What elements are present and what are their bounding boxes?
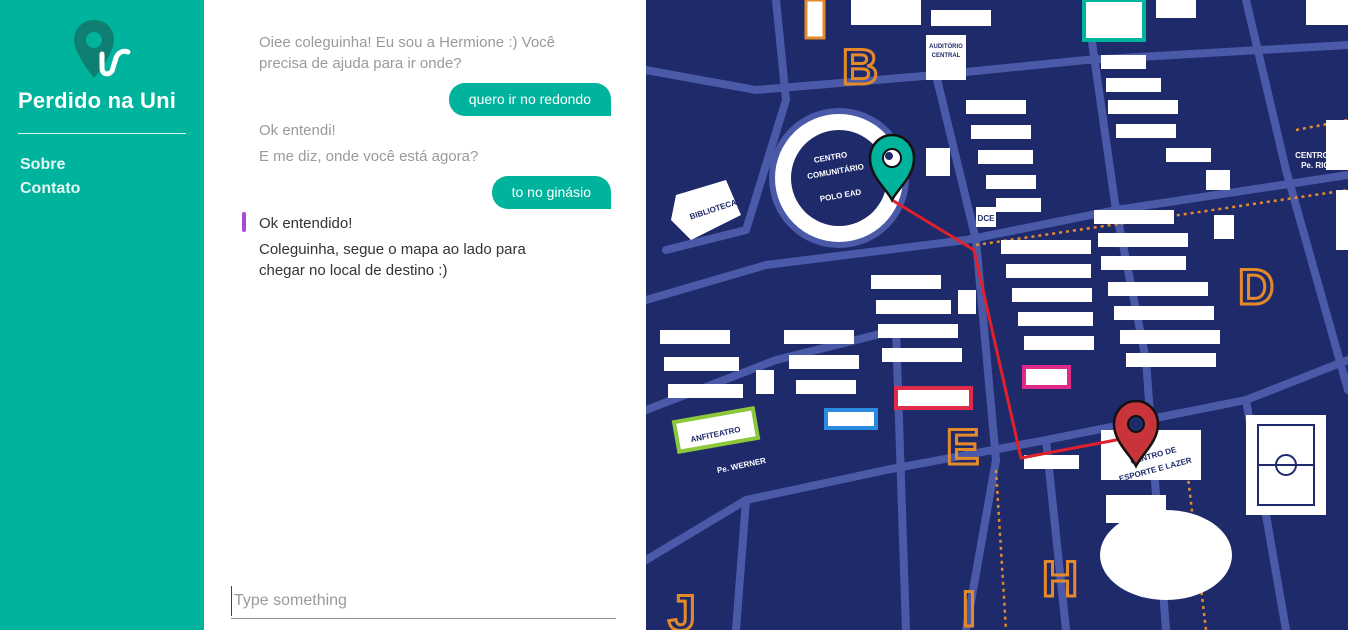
sector-label: J — [668, 585, 696, 630]
sector-label: E — [946, 419, 979, 475]
sidebar: Perdido na Uni Sobre Contato — [0, 0, 204, 630]
bot-message-active: Ok entendido! — [259, 215, 353, 232]
brand-title: Perdido na Uni — [18, 88, 177, 113]
bot-message: Oiee coleguinha! Eu sou a Hermione :) Vo… — [259, 34, 556, 72]
sector-label: I — [962, 581, 976, 630]
campus-map-graphic: B D E H I J CENTRO COMUNITÁRIO POLO EAD … — [646, 0, 1348, 630]
campus-map[interactable]: B D E H I J CENTRO COMUNITÁRIO POLO EAD … — [646, 0, 1348, 630]
logo-pin-icon — [74, 20, 131, 78]
message-input[interactable] — [231, 586, 616, 616]
nav-link-sobre[interactable]: Sobre — [20, 153, 80, 177]
bot-message-active: Coleguinha, segue o mapa ao lado para ch… — [259, 241, 526, 279]
map-label: AUDITÓRIO — [929, 42, 963, 50]
user-message: quero ir no redondo — [448, 83, 611, 116]
sector-label: B — [842, 39, 878, 95]
map-label: CENTRO — [1295, 151, 1329, 160]
sidebar-divider — [18, 133, 186, 134]
sector-label: D — [1238, 259, 1274, 315]
bot-message: E me diz, onde você está agora? — [259, 148, 479, 165]
map-label: CENTRAL — [932, 53, 961, 59]
active-message-marker — [242, 212, 246, 232]
map-label: Pe. RICK — [1301, 161, 1335, 170]
sector-label: H — [1042, 551, 1078, 607]
map-label: DCE — [978, 214, 996, 223]
sidebar-nav: Sobre Contato — [20, 153, 80, 201]
chat-panel: Oiee coleguinha! Eu sou a Hermione :) Vo… — [204, 0, 646, 630]
bot-message: Ok entendi! — [259, 122, 336, 139]
user-message: to no ginásio — [491, 176, 611, 209]
nav-link-contato[interactable]: Contato — [20, 177, 80, 201]
message-input-wrapper — [231, 586, 616, 619]
